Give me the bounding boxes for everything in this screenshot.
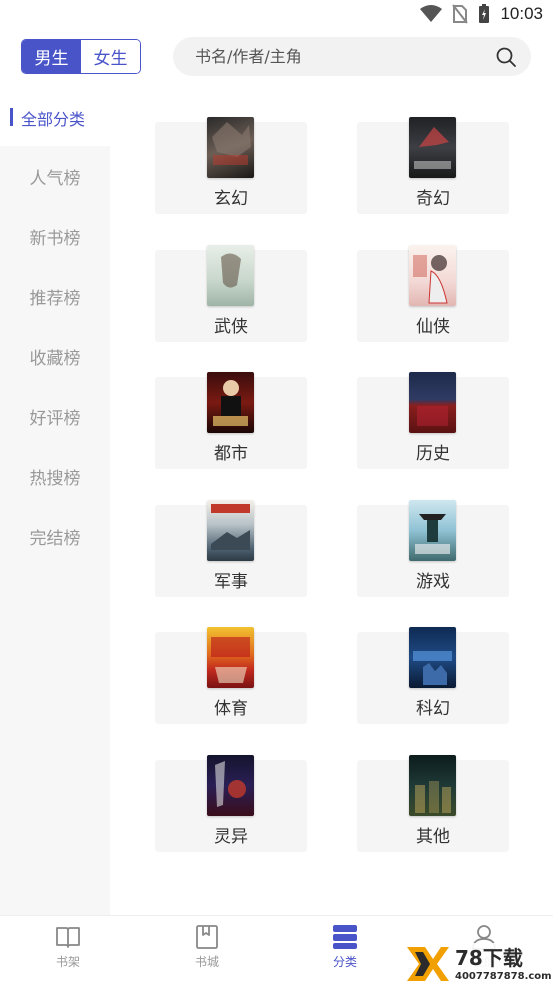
category-card-lishi[interactable]: 历史 (357, 372, 509, 469)
book-cover (409, 372, 456, 433)
category-label: 科幻 (416, 699, 450, 719)
category-label: 游戏 (416, 572, 450, 592)
bookshelf-icon (56, 927, 80, 948)
wifi-icon (420, 5, 443, 22)
ranking-sidebar: 全部分类 人气榜 新书榜 推荐榜 收藏榜 好评榜 热搜榜 完结榜 (0, 90, 110, 915)
sidebar-item-all-categories[interactable]: 全部分类 (0, 90, 110, 146)
sidebar-item-popular[interactable]: 人气榜 (0, 146, 110, 206)
book-cover (207, 117, 254, 178)
sidebar-item-favorites[interactable]: 收藏榜 (0, 326, 110, 386)
nav-label: 书架 (55, 955, 80, 969)
category-label: 玄幻 (214, 189, 248, 209)
book-cover (207, 755, 254, 816)
book-cover (409, 117, 456, 178)
sidebar-item-hot-search[interactable]: 热搜榜 (0, 446, 110, 506)
book-cover (409, 627, 456, 688)
category-card-kehuan[interactable]: 科幻 (357, 627, 509, 724)
svg-text:78下载: 78下载 (455, 946, 523, 970)
category-label: 仙侠 (416, 317, 450, 337)
status-bar: 10:03 (0, 0, 553, 30)
nav-label: 书城 (194, 955, 219, 969)
category-card-wuxia[interactable]: 武侠 (155, 245, 307, 342)
nav-category[interactable]: 分类 (305, 924, 385, 970)
category-page: 10:03 男生 女生 全部分类 人气榜 新书榜 推荐榜 收藏榜 好评榜 热搜榜… (0, 0, 553, 983)
watermark: 78下载 4007787878.com (403, 943, 553, 983)
sidebar-item-completed[interactable]: 完结榜 (0, 506, 110, 566)
sidebar-item-rating[interactable]: 好评榜 (0, 386, 110, 446)
category-card-qita[interactable]: 其他 (357, 755, 509, 852)
category-icon (333, 925, 357, 949)
book-cover (207, 627, 254, 688)
category-card-junshi[interactable]: 军事 (155, 500, 307, 597)
nav-label: 分类 (332, 955, 357, 969)
search-icon[interactable] (496, 47, 516, 67)
category-label: 历史 (416, 444, 450, 464)
category-label: 体育 (214, 699, 248, 719)
book-cover (409, 500, 456, 561)
category-label: 军事 (214, 572, 248, 592)
category-card-qihuan[interactable]: 奇幻 (357, 117, 509, 214)
battery-icon (479, 4, 490, 23)
svg-text:4007787878.com: 4007787878.com (455, 971, 552, 982)
sidebar-item-recommend[interactable]: 推荐榜 (0, 266, 110, 326)
category-card-xianxia[interactable]: 仙侠 (357, 245, 509, 342)
bookstore-icon (196, 925, 218, 949)
no-sim-icon (452, 4, 469, 24)
book-cover (207, 500, 254, 561)
tab-female[interactable]: 女生 (81, 40, 140, 73)
category-card-xuanhuan[interactable]: 玄幻 (155, 117, 307, 214)
category-card-dushi[interactable]: 都市 (155, 372, 307, 469)
category-label: 奇幻 (416, 189, 450, 209)
nav-bookstore[interactable]: 书城 (167, 924, 247, 970)
search-input[interactable] (195, 47, 496, 66)
nav-bookshelf[interactable]: 书架 (28, 924, 108, 970)
book-cover (207, 372, 254, 433)
category-label: 都市 (214, 444, 248, 464)
status-icons: 10:03 (420, 4, 543, 24)
search-bar[interactable] (173, 37, 531, 76)
book-cover (207, 245, 254, 306)
book-cover (409, 245, 456, 306)
category-grid: 玄幻 奇幻 武侠 仙侠 都市 历史 军事 游戏 体育 科幻 灵异 其他 (110, 90, 553, 915)
category-label: 灵异 (214, 827, 248, 847)
category-card-youxi[interactable]: 游戏 (357, 500, 509, 597)
book-cover (409, 755, 456, 816)
category-label: 武侠 (214, 317, 248, 337)
gender-toggle: 男生 女生 (21, 39, 141, 74)
category-card-lingyi[interactable]: 灵异 (155, 755, 307, 852)
status-time: 10:03 (500, 4, 543, 23)
tab-male[interactable]: 男生 (22, 40, 81, 73)
category-card-tiyu[interactable]: 体育 (155, 627, 307, 724)
sidebar-item-new[interactable]: 新书榜 (0, 206, 110, 266)
category-label: 其他 (416, 827, 450, 847)
